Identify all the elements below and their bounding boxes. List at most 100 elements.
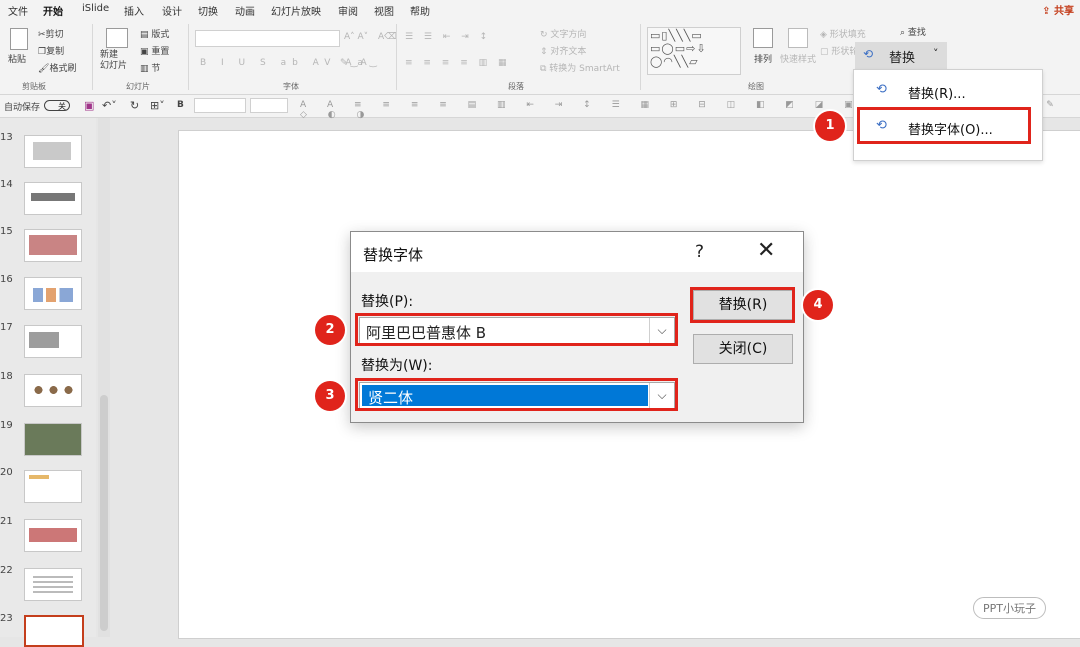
slide-number: 16 (0, 274, 13, 285)
slide-thumbnail[interactable] (24, 135, 82, 168)
menu-item-label: 替换(R)... (908, 87, 966, 102)
autosave-toggle[interactable]: 关 (44, 100, 70, 111)
reset-icon: ▣ (140, 47, 152, 57)
copy-label: 复制 (46, 47, 65, 57)
outline-icon: ▢ (820, 47, 832, 57)
tab-transitions[interactable]: 切换 (198, 3, 218, 18)
replace-dropdown-button[interactable]: ⟲ 替换 ˅ (855, 42, 947, 69)
qat-font-combo[interactable] (194, 98, 246, 113)
section-button[interactable]: ▥ 节 (140, 61, 160, 74)
smartart-button[interactable]: ⧉ 转换为 SmartArt (540, 61, 620, 74)
slide-thumbnail[interactable] (24, 182, 82, 215)
slide-number: 13 (0, 132, 13, 143)
close-button[interactable]: 关闭(C) (693, 334, 793, 364)
replace-label: 替换(P): (361, 294, 414, 310)
format-painter-button[interactable]: 🖌格式刷 (38, 61, 76, 74)
tab-design[interactable]: 设计 (162, 3, 182, 18)
slide-number: 21 (0, 516, 13, 527)
slides-group-label: 幻灯片 (126, 82, 150, 91)
font-name-combo[interactable] (195, 30, 340, 47)
find-button[interactable]: ⌕ 查找 (900, 25, 926, 38)
autosave-state: 关 (58, 102, 66, 111)
highlight-box-step-4 (690, 287, 795, 323)
text-direction-label: 文字方向 (550, 30, 587, 40)
smartart-icon: ⧉ (540, 64, 550, 74)
save-icon[interactable]: ▣ (84, 99, 94, 112)
align-text-button[interactable]: ⇕ 对齐文本 (540, 44, 586, 57)
paragraph-group-label: 段落 (508, 82, 524, 91)
clear-format-icon[interactable]: A⌫ (378, 32, 397, 42)
paste-icon[interactable] (10, 28, 28, 50)
dialog-title: 替换字体 (363, 246, 424, 264)
reset-button[interactable]: ▣ 重置 (140, 44, 169, 57)
scissors-icon: ✂ (38, 30, 46, 40)
arrange-label: 排列 (754, 55, 773, 65)
copy-icon: ❐ (38, 47, 47, 57)
find-label: 查找 (907, 28, 926, 38)
share-icon: ⇪ (1042, 6, 1054, 17)
slide-thumbnail[interactable] (24, 325, 82, 358)
chevron-down-icon: ˅ (933, 47, 939, 60)
redo-icon[interactable]: ↻ (130, 99, 139, 112)
tab-file[interactable]: 文件 (8, 3, 28, 18)
qat-size-combo[interactable] (250, 98, 288, 113)
close-icon[interactable]: ✕ (757, 238, 775, 263)
bold-button[interactable]: B (177, 100, 184, 110)
slide-thumbnail[interactable] (24, 470, 82, 503)
font-group-label: 字体 (283, 82, 299, 91)
slide-thumbnail[interactable] (24, 374, 82, 407)
share-button[interactable]: ⇪ 共享 (1042, 2, 1074, 17)
tab-insert[interactable]: 插入 (124, 3, 144, 18)
presenter-icon[interactable]: ⊞˅ (150, 99, 165, 112)
arrange-icon[interactable] (753, 28, 773, 48)
menu-bar: 文件 开始 iSlide 插入 设计 切换 动画 幻灯片放映 审阅 视图 帮助 … (0, 0, 1080, 22)
slide-thumbnail-selected[interactable] (24, 615, 84, 647)
slide-number: 20 (0, 467, 13, 478)
layout-label: 版式 (151, 30, 170, 40)
tab-animations[interactable]: 动画 (235, 3, 255, 18)
cut-label: 剪切 (45, 30, 64, 40)
highlight-box-step-1 (857, 107, 1031, 144)
shapes-icons: ▭▯╲╲╲▭ ▭◯▭⇨⇩ ◯◠╲╲▱ (650, 29, 707, 68)
menu-item-replace[interactable]: ⟲ 替换(R)... (854, 74, 1040, 108)
replace-icon: ⟲ (876, 82, 887, 97)
cut-button[interactable]: ✂剪切 (38, 27, 64, 40)
highlight-box-step-2 (355, 313, 678, 346)
help-icon[interactable]: ? (695, 242, 704, 262)
shape-fill-button[interactable]: ◈ 形状填充 (820, 27, 866, 40)
clipboard-group-label: 剪贴板 (22, 82, 46, 91)
slide-thumbnail[interactable] (24, 277, 82, 310)
slide-number: 15 (0, 226, 13, 237)
replace-with-label: 替换为(W): (361, 358, 433, 374)
share-label: 共享 (1054, 6, 1074, 17)
slide-thumbnail[interactable] (24, 519, 82, 552)
copy-button[interactable]: ❐复制 (38, 44, 64, 57)
slide-thumbnail[interactable] (24, 423, 82, 456)
format-painter-label: 格式刷 (49, 64, 77, 74)
undo-icon[interactable]: ↶˅ (102, 99, 117, 112)
new-slide-label[interactable]: 新建 幻灯片 (100, 50, 127, 72)
slide-thumbnail[interactable] (24, 568, 82, 601)
divider (188, 24, 189, 90)
layout-button[interactable]: ▤ 版式 (140, 27, 169, 40)
new-slide-icon[interactable] (106, 28, 128, 48)
quick-styles-icon[interactable] (788, 28, 808, 48)
tab-help[interactable]: 帮助 (410, 3, 430, 18)
tab-slideshow[interactable]: 幻灯片放映 (271, 3, 321, 18)
tab-review[interactable]: 审阅 (338, 3, 358, 18)
panel-scroll-thumb[interactable] (100, 395, 108, 631)
tab-home[interactable]: 开始 (43, 3, 63, 22)
highlight-icons[interactable]: ✎ ‿ A ‿ (340, 58, 377, 68)
tab-view[interactable]: 视图 (374, 3, 394, 18)
slide-thumbnail-panel: 13 14 15 16 17 18 19 20 21 22 23 (0, 118, 96, 647)
slide-thumbnail[interactable] (24, 229, 82, 262)
quick-styles-label: 快速样式 (780, 55, 817, 65)
smartart-label: 转换为 SmartArt (549, 64, 620, 74)
font-grow-icon[interactable]: A˄ A˅ (344, 32, 368, 42)
step-badge-1: 1 (815, 111, 845, 141)
align-icons[interactable]: ≡ ≡ ≡ ≡ ▥ ▦ (405, 58, 510, 68)
slide-number: 17 (0, 322, 13, 333)
tab-islide[interactable]: iSlide (82, 3, 109, 14)
list-icons[interactable]: ☰ ☰ ⇤ ⇥ ↕ (405, 32, 491, 42)
text-direction-button[interactable]: ↻ 文字方向 (540, 27, 586, 40)
